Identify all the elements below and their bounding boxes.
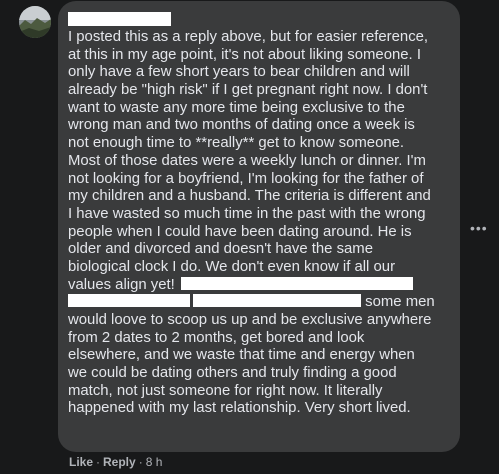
comment-text: I posted this as a reply above, but for … [68,29,456,418]
comment-line: from 2 dates to 2 months, get bored and … [68,329,365,346]
comment-bubble: I posted this as a reply above, but for … [58,1,460,452]
comment-line: biological clock I do. We don't even kno… [68,258,396,275]
comment-line-with-redaction: some men [68,294,456,312]
comment-line: I posted this as a reply above, but for … [68,29,429,45]
comment-line: I have wasted so much time in the past w… [68,205,426,222]
redacted-text [68,294,190,308]
comment-line: elsewhere, and we waste that time and en… [68,347,415,364]
avatar[interactable] [19,6,51,38]
comment-line: would loove to scoop us up and be exclus… [68,312,432,328]
comment-line: Most of those dates were a weekly lunch … [68,152,426,169]
comment-line: not looking for a boyfriend, I'm looking… [68,170,424,187]
comment-line: want to waste any more time being exclus… [68,99,405,116]
comment-line: only have a few short years to bear chil… [68,64,410,81]
comment-line: people when I could have been dating aro… [68,223,412,240]
comment-line: at this in my age point, it's not about … [68,46,421,63]
avatar-icon [19,6,51,38]
author-name-redacted[interactable] [68,12,171,26]
separator: · [138,455,143,469]
comment-line-text: values align yet! [68,276,175,293]
comment-line: we could be dating others and truly find… [68,365,397,382]
comment-line-with-redaction: values align yet! [68,276,456,295]
comment-line: match, not just someone for right now. I… [68,382,383,399]
comment-line: older and divorced and doesn't have the … [68,241,373,258]
comment-line: wrong man and two months of dating once … [68,117,415,134]
comment-line: my children and a husband. The criteria … [68,188,431,205]
comment-line: already be "high risk" if I get pregnant… [68,82,428,99]
separator: · [96,455,101,469]
redacted-text [180,276,413,290]
comment-actions: Like · Reply · 8 h [69,455,162,469]
comment-timestamp[interactable]: 8 h [146,455,163,469]
redacted-text [193,294,361,308]
comment-line: not enough time to **really** get to kno… [68,135,405,152]
like-button[interactable]: Like [69,455,93,469]
more-options-icon[interactable]: ••• [470,220,488,236]
comment-line: happened with my last relationship. Very… [68,400,411,417]
comment-line-text: some men [365,294,435,311]
reply-button[interactable]: Reply [103,455,136,469]
